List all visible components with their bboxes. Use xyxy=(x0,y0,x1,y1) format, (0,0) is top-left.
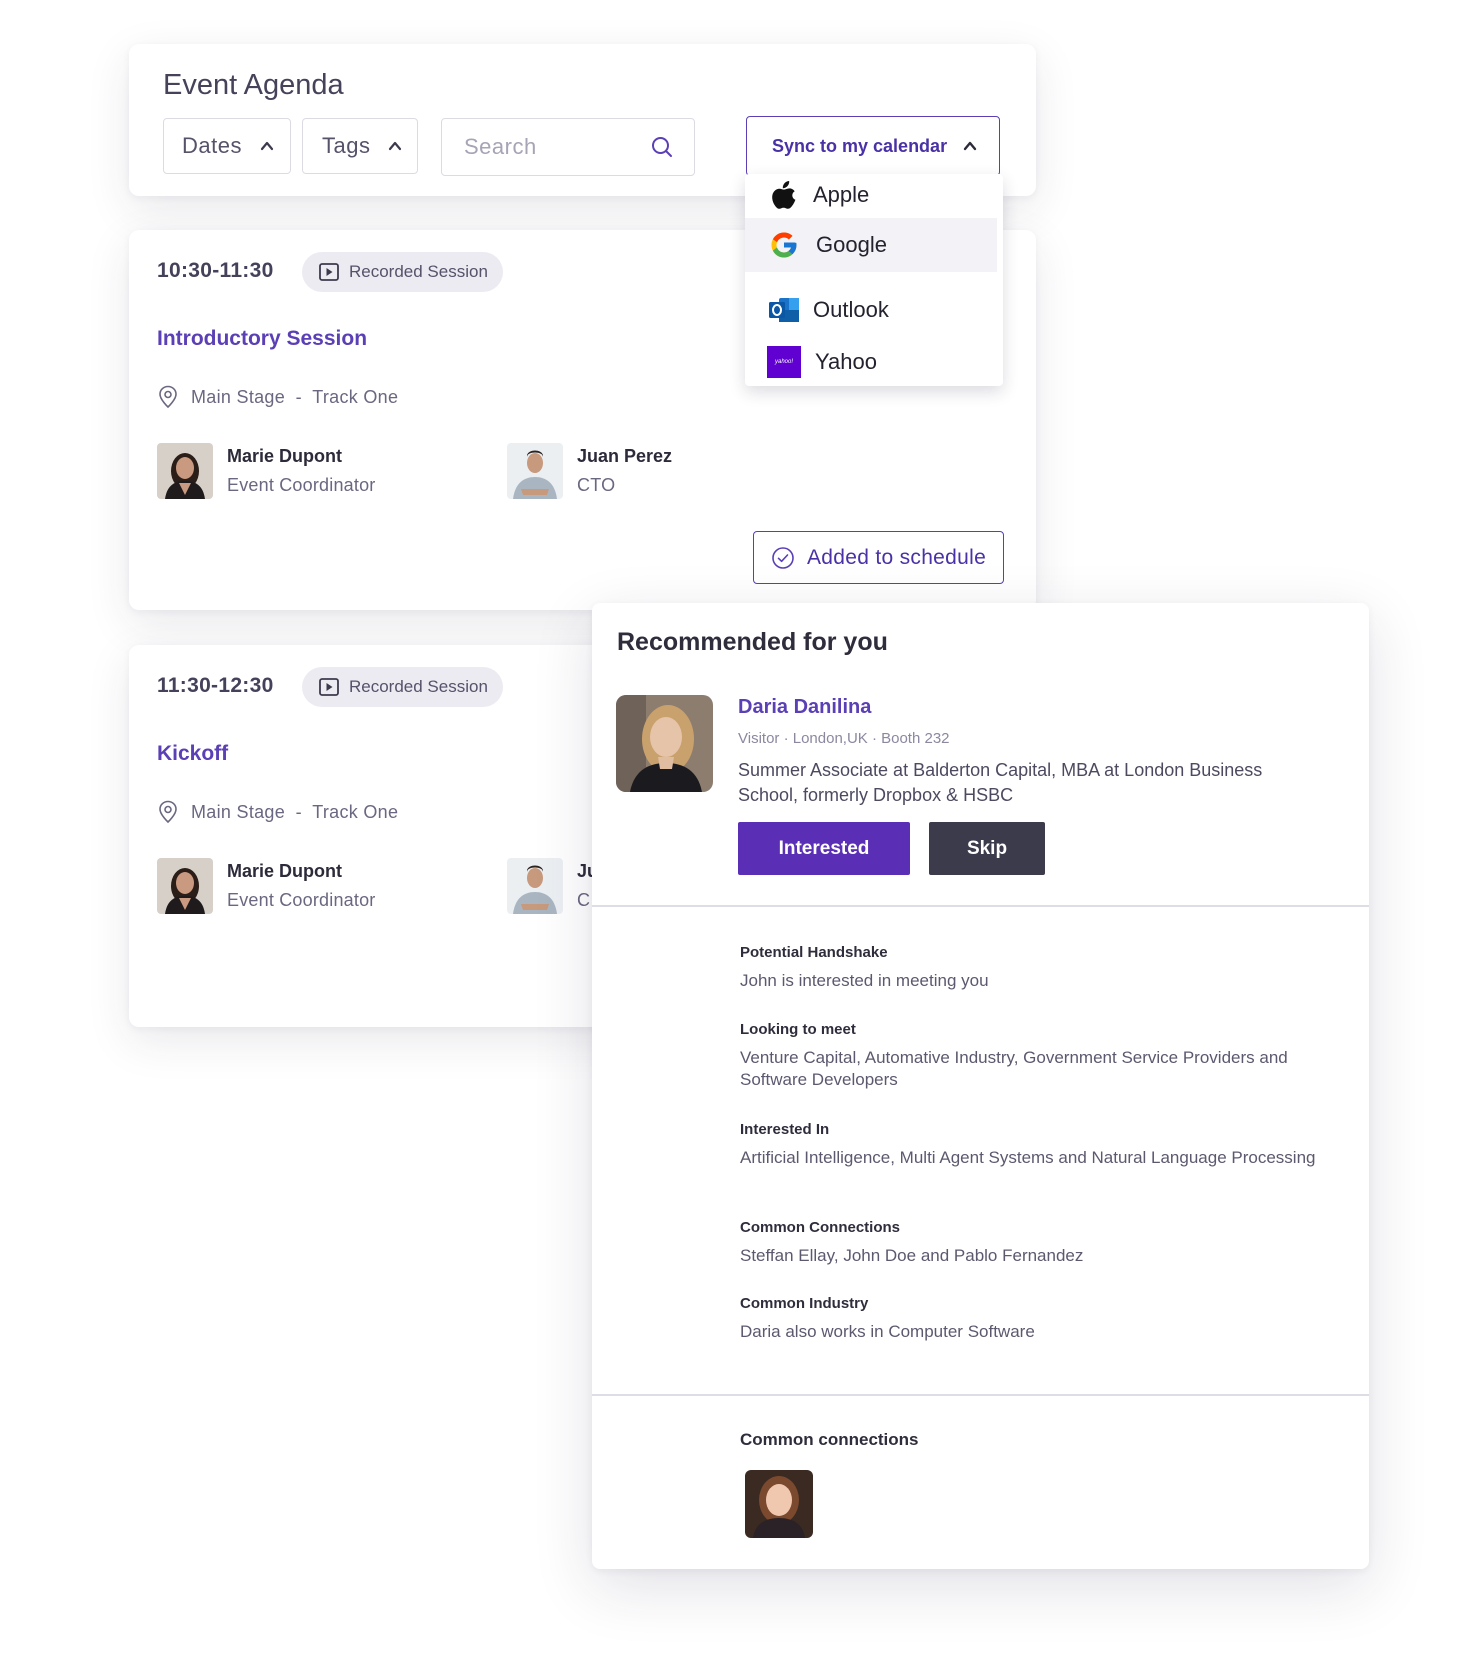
tags-filter-label: Tags xyxy=(322,133,371,158)
skip-button[interactable]: Skip xyxy=(929,822,1045,875)
sync-calendar-button[interactable]: Sync to my calendar xyxy=(746,116,1000,176)
google-icon xyxy=(767,228,801,262)
speaker[interactable]: Marie Dupont Event Coordinator xyxy=(157,858,375,914)
detail-interested-in: Interested In Artificial Intelligence, M… xyxy=(740,1121,1330,1169)
search-icon[interactable] xyxy=(650,135,674,159)
detail-potential-handshake: Potential Handshake John is interested i… xyxy=(740,944,1330,992)
location-label: Main Stage - Track One xyxy=(191,801,399,822)
search-box xyxy=(441,118,695,176)
dropdown-item-label: Google xyxy=(816,232,887,257)
play-icon xyxy=(319,263,339,281)
badge-label: Recorded Session xyxy=(349,262,488,281)
added-to-schedule-button[interactable]: Added to schedule xyxy=(753,531,1004,584)
sync-calendar-label: Sync to my calendar xyxy=(772,135,948,156)
detail-value: John is interested in meeting you xyxy=(740,971,989,990)
divider xyxy=(592,1394,1369,1396)
detail-value: Artificial Intelligence, Multi Agent Sys… xyxy=(740,1148,1316,1167)
apple-icon xyxy=(767,178,801,212)
avatar[interactable] xyxy=(745,1470,813,1538)
speaker-role: Event Coordinator xyxy=(227,475,376,495)
location-pin-icon xyxy=(159,800,177,824)
dropdown-item-google[interactable]: Google xyxy=(745,218,997,272)
dates-filter-button[interactable]: Dates xyxy=(163,118,291,174)
recommendation-card: Recommended for you Daria Danilina Visit… xyxy=(592,603,1369,1569)
recommendation-heading: Recommended for you xyxy=(617,628,888,656)
chevron-up-icon xyxy=(963,141,977,151)
detail-common-connections: Common Connections Steffan Ellay, John D… xyxy=(740,1219,1330,1267)
session-location: Main Stage - Track One xyxy=(157,385,398,409)
detail-value: Daria also works in Computer Software xyxy=(740,1322,1035,1341)
speaker-role: CTO xyxy=(577,475,616,495)
detail-common-industry: Common Industry Daria also works in Comp… xyxy=(740,1295,1330,1343)
location-pin-icon xyxy=(159,385,177,409)
dates-filter-label: Dates xyxy=(182,133,242,158)
avatar xyxy=(507,443,563,499)
avatar xyxy=(157,858,213,914)
session-location: Main Stage - Track One xyxy=(157,800,398,824)
tags-filter-button[interactable]: Tags xyxy=(302,118,418,174)
session-title[interactable]: Kickoff xyxy=(157,742,228,766)
detail-value: Venture Capital, Automative Industry, Go… xyxy=(740,1048,1288,1089)
speaker-role: Event Coordinator xyxy=(227,890,376,910)
recommended-person-name[interactable]: Daria Danilina xyxy=(738,696,871,719)
dropdown-item-label: Outlook xyxy=(813,297,889,322)
check-circle-icon xyxy=(772,546,794,569)
detail-label: Common Connections xyxy=(740,1219,900,1236)
outlook-icon xyxy=(767,293,801,327)
dropdown-item-label: Yahoo xyxy=(815,349,877,374)
location-label: Main Stage - Track One xyxy=(191,386,399,407)
detail-label: Potential Handshake xyxy=(740,944,888,961)
sync-calendar-dropdown: Apple Google Outlook yahoo! Yahoo xyxy=(745,174,1003,386)
speaker-name: Juan Perez xyxy=(577,446,673,466)
recorded-session-badge: Recorded Session xyxy=(302,252,503,292)
page-title: Event Agenda xyxy=(163,69,344,101)
speaker[interactable]: Juan Perez CTO xyxy=(507,443,672,499)
speaker-name: Marie Dupont xyxy=(227,861,342,881)
interested-button[interactable]: Interested xyxy=(738,822,910,875)
badge-label: Recorded Session xyxy=(349,677,488,696)
search-input[interactable] xyxy=(464,134,654,160)
session-time: 10:30-11:30 xyxy=(157,259,274,282)
chevron-up-icon xyxy=(260,141,274,151)
dropdown-item-outlook[interactable]: Outlook xyxy=(745,282,1003,338)
yahoo-icon-text: yahoo! xyxy=(767,346,801,378)
recorded-session-badge: Recorded Session xyxy=(302,667,503,707)
detail-label: Interested In xyxy=(740,1121,830,1138)
speaker[interactable]: Ju C xyxy=(507,858,598,914)
yahoo-icon: yahoo! xyxy=(767,345,801,379)
avatar xyxy=(157,443,213,499)
chevron-up-icon xyxy=(389,141,402,151)
dropdown-item-label: Apple xyxy=(813,182,870,207)
play-icon xyxy=(319,678,339,696)
detail-looking-to-meet: Looking to meet Venture Capital, Automat… xyxy=(740,1021,1330,1091)
added-to-schedule-label: Added to schedule xyxy=(807,545,987,569)
dropdown-item-yahoo[interactable]: yahoo! Yahoo xyxy=(745,339,1003,385)
common-connections-heading: Common connections xyxy=(740,1430,919,1449)
avatar[interactable] xyxy=(616,695,713,792)
speaker-name: Marie Dupont xyxy=(227,446,342,466)
session-title[interactable]: Introductory Session xyxy=(157,327,367,351)
avatar xyxy=(507,858,563,914)
detail-label: Looking to meet xyxy=(740,1021,856,1038)
divider xyxy=(592,905,1369,907)
speaker[interactable]: Marie Dupont Event Coordinator xyxy=(157,443,375,499)
detail-label: Common Industry xyxy=(740,1295,869,1312)
dropdown-item-apple[interactable]: Apple xyxy=(745,174,1003,216)
recommended-person-bio: Summer Associate at Balderton Capital, M… xyxy=(738,760,1263,805)
session-time: 11:30-12:30 xyxy=(157,674,274,697)
recommended-person-meta: Visitor · London,UK · Booth 232 xyxy=(738,730,950,747)
detail-value: Steffan Ellay, John Doe and Pablo Fernan… xyxy=(740,1246,1084,1265)
